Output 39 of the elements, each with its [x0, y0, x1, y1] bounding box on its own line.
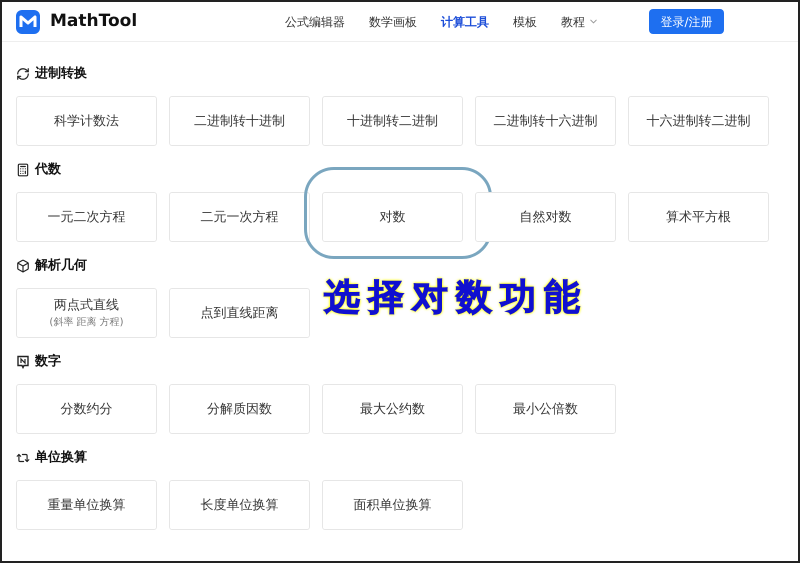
tool-card[interactable]: 点到直线距离 [169, 288, 310, 338]
cube-icon [16, 259, 30, 273]
tool-card[interactable]: 长度单位换算 [169, 480, 310, 530]
tool-card[interactable]: 自然对数 [475, 192, 616, 242]
tool-card[interactable]: 两点式直线 (斜率 距离 方程) [16, 288, 157, 338]
annotation-text: 选择对数功能 [324, 276, 588, 320]
logo-text: MathTool [50, 10, 138, 33]
refresh-icon [16, 67, 30, 81]
tool-card[interactable]: 十进制转二进制 [322, 96, 463, 146]
nav-link[interactable]: 模板 [513, 12, 537, 30]
section-title: 代数 [35, 161, 61, 180]
tool-card[interactable]: 对数 [322, 192, 463, 242]
tool-card[interactable]: 算术平方根 [628, 192, 769, 242]
card-subtitle: (斜率 距离 方程) [49, 316, 124, 329]
calculator-icon [16, 163, 30, 177]
number-icon [16, 355, 30, 369]
section-title: 解析几何 [35, 257, 87, 276]
tool-card[interactable]: 二元一次方程 [169, 192, 310, 242]
tool-card[interactable]: 最小公倍数 [475, 384, 616, 434]
tool-card[interactable]: 科学计数法 [16, 96, 157, 146]
tool-card[interactable]: 最大公约数 [322, 384, 463, 434]
nav-link[interactable]: 教程 [561, 12, 599, 30]
nav-link[interactable]: 数学画板 [369, 12, 417, 30]
tool-card[interactable]: 分解质因数 [169, 384, 310, 434]
tool-card[interactable]: 重量单位换算 [16, 480, 157, 530]
tool-card[interactable]: 分数约分 [16, 384, 157, 434]
tool-card[interactable]: 二进制转十六进制 [475, 96, 616, 146]
tool-card[interactable]: 二进制转十进制 [169, 96, 310, 146]
nav-link[interactable]: 公式编辑器 [285, 12, 345, 30]
section-title: 进制转换 [35, 65, 87, 84]
login-button[interactable]: 登录/注册 [649, 9, 724, 34]
section-title: 单位换算 [35, 449, 87, 468]
tool-card[interactable]: 十六进制转二进制 [628, 96, 769, 146]
logo-icon [16, 10, 40, 34]
nav-link[interactable]: 计算工具 [441, 12, 489, 30]
section-title: 数字 [35, 352, 61, 372]
convert-icon [16, 451, 30, 465]
tool-card[interactable]: 一元二次方程 [16, 192, 157, 242]
tool-card[interactable]: 面积单位换算 [322, 480, 463, 530]
